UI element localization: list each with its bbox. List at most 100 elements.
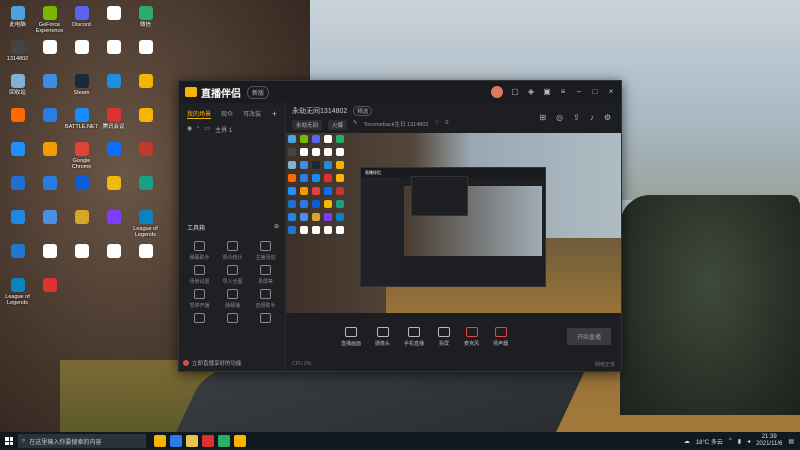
tab-scenes[interactable]: 我的场景 [187,109,212,119]
desktop-icon[interactable]: Google Chrome [66,138,97,172]
toolbox-more-icon[interactable]: ⊖ [274,223,279,232]
desktop-icon[interactable] [66,172,97,206]
eye-icon[interactable]: ◉ [187,125,192,134]
desktop-icon[interactable] [34,70,65,104]
scene-item[interactable]: ◉ ▫ ▭ 主界 1 [179,123,285,136]
desktop-icon[interactable] [2,138,33,172]
desktop-icon[interactable] [98,206,129,240]
edit-icon[interactable]: ✎ [353,120,358,130]
tab-audience[interactable]: 观众 [221,109,233,119]
menu-icon[interactable]: ≡ [559,88,567,96]
desktop-icon[interactable] [66,36,97,70]
desktop-icon[interactable] [2,172,33,206]
desktop-icon[interactable]: 此电脑 [2,2,33,36]
microphone-button[interactable]: 麦克风 [464,327,479,347]
toolbox-item[interactable]: 音频助手 [249,289,282,313]
toolbox-item[interactable]: 录屏等 [249,265,282,289]
maximize-icon[interactable]: □ [591,88,599,96]
taskbar-app-icon[interactable] [234,435,246,447]
desktop-icon[interactable] [130,240,161,274]
desktop-icon[interactable] [2,206,33,240]
weather-text[interactable]: 18°C 多云 [696,437,723,446]
close-icon[interactable]: × [607,88,615,96]
desktop-icon[interactable] [34,104,65,138]
desktop-icon[interactable] [130,172,161,206]
version-badge[interactable]: 新版 [247,85,270,99]
desktop-icon[interactable] [130,104,161,138]
desktop-icon[interactable] [98,36,129,70]
taskbar-app-icon[interactable] [202,435,214,447]
desktop-icon[interactable]: BATTLE.NET [65,104,98,138]
gift-icon[interactable]: ▣ [543,88,551,96]
settings-icon[interactable]: ⚙ [604,113,611,122]
chevron-up-icon[interactable]: ^ [729,438,732,444]
skin-icon[interactable]: ◈ [527,88,535,96]
taskbar-app-icon[interactable] [154,435,166,447]
desktop-icon[interactable] [2,104,33,138]
category-button[interactable]: 永劫无间 [292,120,323,130]
message-icon[interactable]: ▢ [511,88,519,96]
desktop-icon[interactable] [130,138,161,172]
desktop-icon[interactable]: 腾讯会议 [98,104,129,138]
phone-live-button[interactable]: 手机直播 [404,327,424,347]
toolbox-item[interactable]: 弹幕播 [216,289,249,313]
desktop-icon[interactable] [34,206,65,240]
taskbar-app-icon[interactable] [218,435,230,447]
desktop-icon[interactable] [34,274,65,308]
go-live-button[interactable]: 开始直播 [566,328,611,345]
toolbox-item[interactable]: 场景设置 [183,265,216,289]
user-avatar[interactable] [491,86,503,98]
toolbox-item[interactable] [183,313,216,337]
desktop-icon[interactable] [98,2,129,36]
minimize-icon[interactable]: – [575,88,583,96]
taskbar-app-icon[interactable] [186,435,198,447]
desktop-icon[interactable]: Steam [66,70,97,104]
taskbar-search[interactable]: ⌕ 在这里输入你要搜索的内容 [18,434,146,448]
screen-capture-button[interactable]: 直播画面 [341,327,361,347]
toolbox-item[interactable]: 弹幕助手 [183,241,216,265]
promo-banner[interactable]: 立即直播享好的功能 [183,359,242,367]
desktop-icon[interactable]: 回收站 [2,70,33,104]
toolbox-item[interactable] [216,313,249,337]
desktop-icon[interactable] [66,206,97,240]
speaker-button[interactable]: 扬声器 [493,327,508,347]
hot-button[interactable]: 火爆 [328,120,348,130]
lock-icon[interactable]: ▫ [197,125,199,134]
share-icon[interactable]: ⇪ [573,113,580,122]
desktop-icon[interactable] [34,138,65,172]
desktop-icon[interactable]: Discord [66,2,97,36]
notification-icon[interactable]: ▤ [788,438,794,445]
desktop-icon[interactable]: 微信 [130,2,161,36]
toolbox-item[interactable]: 观众统计 [216,241,249,265]
desktop-icon[interactable] [34,240,65,274]
clock[interactable]: 21:39 2021/11/6 [756,434,782,448]
desktop-icon[interactable]: League of Legends [2,274,33,308]
bell-icon[interactable]: ♪ [590,113,594,122]
desktop-icon[interactable] [130,70,161,104]
desktop-icon[interactable] [98,138,129,172]
desktop-icon[interactable]: 1314802 [2,36,33,70]
live-preview[interactable]: 直播伴侣 [286,133,621,313]
toolbox-item[interactable]: 暂停开播 [183,289,216,313]
camera-button[interactable]: 摄像头 [375,327,390,347]
desktop-icon[interactable] [34,172,65,206]
add-scene-icon[interactable]: + [272,109,277,119]
volume-icon[interactable]: ◂ [747,438,750,445]
desktop-icon[interactable] [98,70,129,104]
desktop-icon[interactable]: League of Legends [130,206,161,240]
start-button[interactable] [0,432,18,450]
desktop-icon[interactable] [98,172,129,206]
taskbar-app-icon[interactable] [170,435,182,447]
toolbox-item[interactable]: 主播活动 [249,241,282,265]
network-icon[interactable]: ▮ [738,438,741,445]
desktop-icon[interactable] [98,240,129,274]
toolbox-item[interactable] [249,313,282,337]
desktop-icon[interactable]: GeForce Experience [34,2,65,36]
room-title[interactable]: 永劫无间1314802 [292,106,347,116]
cast-button[interactable]: 投屏 [438,327,451,347]
camera-icon[interactable]: ◎ [556,113,563,122]
room-tag[interactable]: 精选 [353,106,373,116]
desktop-icon[interactable] [2,240,33,274]
layout-icon[interactable]: ⊞ [539,113,546,122]
tab-editable[interactable]: 可改装 [243,109,261,119]
